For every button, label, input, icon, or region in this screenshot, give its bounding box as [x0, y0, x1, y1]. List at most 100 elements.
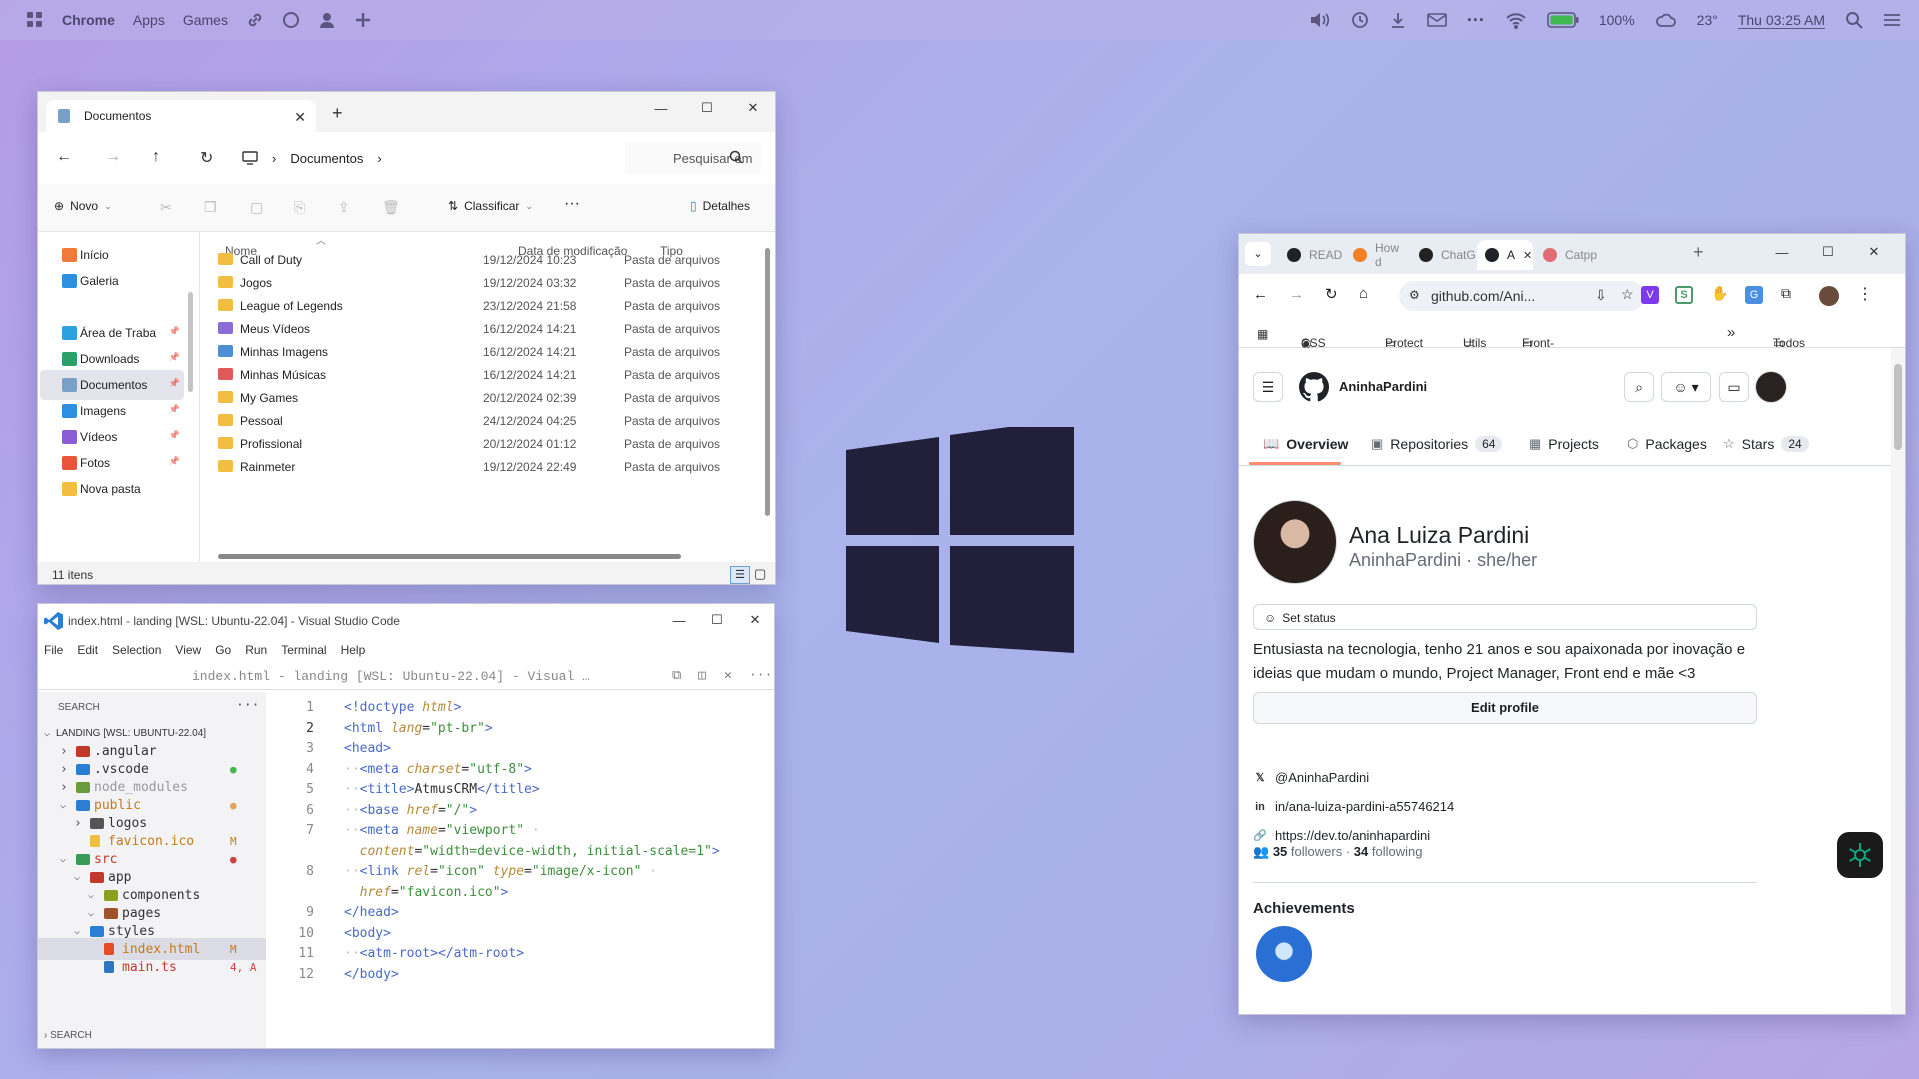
maximize-icon[interactable]: ☐: [1805, 236, 1851, 268]
minimize-icon[interactable]: —: [1759, 236, 1805, 268]
taskbar-games[interactable]: Games: [183, 12, 228, 28]
close-tab-icon[interactable]: ✕: [294, 109, 306, 126]
pin-icon[interactable]: 📌: [169, 456, 180, 467]
history-icon[interactable]: [1351, 11, 1369, 29]
copilot-icon[interactable]: ☺ ▾: [1661, 372, 1711, 402]
vertical-scrollbar[interactable]: [765, 248, 770, 516]
github-logo-icon[interactable]: [1299, 372, 1329, 402]
code-editor[interactable]: 1 <!doctype html> 2 <html lang="pt-br"> 3 <he…: [266, 692, 774, 1048]
download-icon[interactable]: [1389, 11, 1407, 29]
tab-projects[interactable]: ▦ Projects: [1529, 436, 1599, 452]
menu-selection[interactable]: Selection: [112, 643, 161, 657]
extension-s-icon[interactable]: S: [1675, 286, 1693, 304]
install-app-icon[interactable]: ⇩: [1595, 287, 1607, 304]
inbox-icon[interactable]: ▭: [1719, 372, 1749, 402]
clock[interactable]: Thu 03:25 AM: [1737, 12, 1825, 29]
paste-icon[interactable]: ▢: [250, 199, 263, 216]
maximize-icon[interactable]: ☐: [698, 604, 736, 636]
profile-link[interactable]: 𝕏 @AninhaPardini: [1253, 770, 1370, 785]
sidebar-more-icon[interactable]: ···: [236, 698, 259, 713]
horizontal-scrollbar[interactable]: [218, 554, 681, 559]
header-username[interactable]: AninhaPardini: [1339, 379, 1427, 394]
explorer-tab[interactable]: Documentos ✕: [46, 100, 316, 132]
compare-icon[interactable]: ⧉: [672, 668, 681, 683]
search-icon[interactable]: [1845, 11, 1863, 29]
share-icon[interactable]: ⇪: [338, 199, 350, 216]
forward-icon[interactable]: →: [1289, 286, 1304, 303]
minimize-icon[interactable]: —: [638, 92, 684, 124]
tab-stars[interactable]: ☆ Stars 24: [1723, 436, 1809, 452]
maximize-icon[interactable]: ☐: [684, 92, 730, 124]
tab-repositories[interactable]: ▣ Repositories 64: [1371, 436, 1503, 452]
menu-edit[interactable]: Edit: [77, 643, 98, 657]
translate-icon[interactable]: G: [1745, 286, 1763, 304]
pin-icon[interactable]: 📌: [169, 326, 180, 337]
reload-icon[interactable]: ↻: [1325, 285, 1338, 303]
chatgpt-extension-icon[interactable]: [1837, 832, 1883, 878]
more-options-icon[interactable]: ···: [564, 195, 580, 213]
more-actions-icon[interactable]: ···: [749, 667, 772, 682]
extension-hands-icon[interactable]: ✋: [1711, 285, 1728, 302]
forward-icon[interactable]: →: [105, 148, 121, 166]
taskbar-apps[interactable]: Apps: [133, 12, 165, 28]
new-button[interactable]: ⊕ Novo ⌄: [54, 199, 112, 213]
command-center[interactable]: index.html - landing [WSL: Ubuntu-22.04]…: [192, 669, 590, 684]
achievement-badge[interactable]: [1256, 926, 1312, 982]
search-section-toggle[interactable]: › SEARCH: [44, 1030, 92, 1041]
mail-icon[interactable]: [1427, 12, 1447, 28]
more-icon[interactable]: ···: [1467, 10, 1485, 31]
volume-icon[interactable]: [1309, 11, 1331, 29]
site-info-icon[interactable]: ⚙: [1409, 288, 1420, 302]
search-icon[interactable]: ⌕: [1624, 372, 1654, 402]
menu-go[interactable]: Go: [215, 643, 231, 657]
minimize-icon[interactable]: —: [660, 604, 698, 636]
address-bar[interactable]: › Documentos ›: [242, 142, 650, 174]
sidebar-scrollbar[interactable]: [188, 292, 193, 392]
pin-icon[interactable]: 📌: [169, 430, 180, 441]
close-icon[interactable]: ✕: [1851, 236, 1897, 268]
close-editor-icon[interactable]: ✕: [724, 668, 732, 683]
details-view-icon[interactable]: ☰: [730, 566, 750, 584]
browser-tab[interactable]: A ✕: [1477, 240, 1533, 270]
menu-icon[interactable]: [1883, 12, 1901, 28]
tab-packages[interactable]: ⬡ Packages: [1627, 436, 1707, 452]
followers-count[interactable]: 35: [1273, 844, 1287, 859]
tab-search-icon[interactable]: ⌄: [1245, 242, 1271, 266]
rename-icon[interactable]: ⎘: [294, 199, 305, 216]
back-icon[interactable]: ←: [56, 148, 72, 166]
sidebar-item-folder[interactable]: Nova pasta: [40, 474, 184, 504]
new-tab-icon[interactable]: +: [1693, 242, 1704, 263]
browser-tab[interactable]: ChatG: [1411, 240, 1476, 270]
tiles-view-icon[interactable]: ▢: [754, 566, 766, 582]
tree-file[interactable]: main.ts 4, A: [38, 956, 266, 978]
file-row[interactable]: Rainmeter 19/12/2024 22:49 Pasta de arquiv…: [218, 453, 758, 481]
breadcrumb[interactable]: Documentos: [290, 151, 363, 166]
refresh-icon[interactable]: ↻: [200, 148, 213, 168]
menu-file[interactable]: File: [44, 643, 63, 657]
apps-grid-icon[interactable]: [26, 11, 44, 29]
browser-tab[interactable]: Catpp: [1535, 240, 1597, 270]
delete-icon[interactable]: 🗑: [382, 199, 400, 216]
extensions-icon[interactable]: ⧉: [1781, 285, 1791, 302]
edit-profile-button[interactable]: Edit profile: [1253, 692, 1757, 724]
explorer-search-input[interactable]: Pesquisar em: [625, 142, 761, 174]
up-icon[interactable]: ↑: [152, 148, 160, 166]
following-count[interactable]: 34: [1354, 844, 1368, 859]
split-editor-icon[interactable]: ◫: [698, 668, 706, 683]
browser-tab[interactable]: READ: [1279, 240, 1342, 270]
sort-button[interactable]: ⇅ Classificar ⌄: [448, 199, 533, 213]
page-scrollbar[interactable]: [1891, 348, 1905, 1014]
plus-icon[interactable]: [354, 11, 372, 29]
profile-link[interactable]: in in/ana-luiza-pardini-a55746214: [1253, 799, 1454, 814]
browser-tab[interactable]: How d: [1345, 240, 1405, 270]
menu-terminal[interactable]: Terminal: [281, 643, 326, 657]
user-avatar[interactable]: [1755, 371, 1787, 403]
user-icon[interactable]: [318, 11, 336, 29]
tab-overview[interactable]: 📖 Overview: [1263, 436, 1348, 452]
cut-icon[interactable]: ✂: [160, 199, 172, 216]
hamburger-menu-icon[interactable]: ☰: [1253, 372, 1283, 402]
wifi-icon[interactable]: [1505, 11, 1527, 29]
close-tab-icon[interactable]: ✕: [1523, 249, 1532, 262]
menu-view[interactable]: View: [175, 643, 201, 657]
pin-icon[interactable]: 📌: [169, 378, 180, 389]
